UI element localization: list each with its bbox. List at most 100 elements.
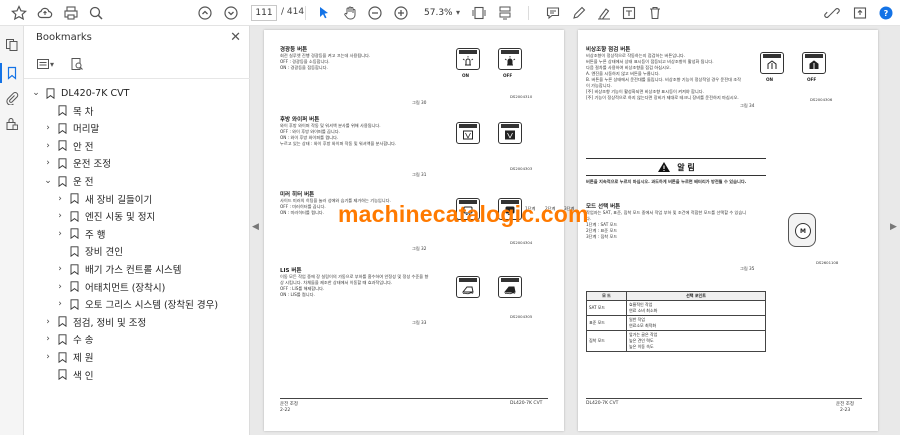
chevron-right-icon[interactable]: › [42,158,54,168]
bookmark-icon [70,263,79,275]
bookmark-label: DL420-7K CVT [61,87,130,99]
select-cursor-icon[interactable] [315,4,333,22]
figure-caption: 그림 33 [412,320,427,325]
share-icon[interactable] [851,4,869,22]
scroll-mode-icon[interactable] [496,4,514,22]
notice-title: 알 림 [677,162,695,172]
chevron-down-icon[interactable]: ⌄ [30,88,42,98]
rear-wiper-off-icon [456,122,480,144]
bookmark-item[interactable]: › 주 행 [54,225,106,243]
chevron-right-icon[interactable]: › [54,282,66,292]
bookmark-item[interactable]: › 수 송 [42,330,94,348]
list-options-icon [37,59,49,69]
bookmark-label: 새 장비 길들이기 [85,194,153,206]
zoom-in-icon[interactable] [392,4,410,22]
bookmark-icon [58,123,67,134]
table-point: 연료소모 최적화 [629,323,657,328]
bookmark-item[interactable]: ⌄ 운 전 [42,172,94,190]
chevron-right-icon[interactable]: › [42,141,54,151]
text-line: [주] 기능이 정상적으로 하지 않는다면 장비가 제대로 테크니 장비를 운전… [586,95,739,100]
panel-divider [24,78,250,79]
footer-rule [586,398,862,399]
stamp-icon[interactable] [620,4,638,22]
close-icon[interactable]: ✕ [230,30,241,45]
figure-caption: 그림 32 [412,246,427,251]
page-number-input[interactable]: 111 [251,5,277,21]
zoom-level-value: 57.3% [424,8,453,18]
bookmark-label: 머리말 [73,124,100,136]
table-cell: 집착 모드 [586,330,627,352]
pen-icon[interactable] [570,4,588,22]
bookmark-item[interactable]: › 어태치먼트 (장착시) [54,278,165,296]
print-icon[interactable] [62,4,80,22]
help-icon[interactable]: ? [877,4,895,22]
page-up-icon[interactable] [196,4,214,22]
bookmark-root[interactable]: ⌄ DL420-7K CVT [30,84,129,102]
bookmark-item[interactable]: 목 차 [42,102,94,120]
section-title: 미러 히터 버튼 [280,192,315,198]
chevron-right-icon[interactable]: › [54,264,66,274]
cloud-upload-icon[interactable] [36,4,54,22]
chevron-right-icon[interactable]: › [54,211,66,221]
bookmark-item[interactable]: › 오토 그리스 시스템 (장착된 경우) [54,295,218,313]
chevron-right-icon[interactable]: › [54,299,66,309]
chevron-down-icon[interactable]: ⌄ [42,176,54,186]
delete-icon[interactable] [646,4,664,22]
bookmark-panel-icon[interactable] [3,64,21,82]
chevron-right-icon[interactable]: ▶ [890,222,897,232]
page-down-icon[interactable] [222,4,240,22]
bookmark-item[interactable]: › 새 장비 길들이기 [54,190,152,208]
lis-on-icon [498,276,522,298]
bookmark-icon [70,299,79,310]
attachment-icon[interactable] [3,89,21,107]
section-text: 회전 실루엣 진행 경광등을 켜고 끄는데 사용됩니다. OFF : 경광등을 … [280,53,430,71]
edit-link-icon[interactable] [823,4,841,22]
hand-tool-icon[interactable] [341,4,359,22]
text-line: ON : 경광등을 점등합니다. [280,65,328,70]
bookmark-item[interactable]: › 점검, 정비 및 조정 [42,313,146,331]
star-icon[interactable] [10,4,28,22]
page-fit-icon[interactable] [470,4,488,22]
zoom-level-dropdown[interactable]: 57.3% ▾ [418,5,462,21]
search-icon[interactable] [87,4,105,22]
table-header: 선택 포인트 [626,291,766,301]
layers-lock-icon[interactable] [3,115,21,133]
beacon-off-icon [456,48,480,70]
bookmark-icon [70,281,79,293]
lis-off-icon [456,276,480,298]
zoom-out-icon[interactable] [366,4,384,22]
bookmark-item[interactable]: › 머리말 [42,119,99,137]
bookmark-item[interactable]: › 안 전 [42,137,94,155]
chevron-right-icon[interactable]: › [42,352,54,362]
bookmark-item[interactable]: › 엔진 시동 및 정지 [54,207,155,225]
chevron-right-icon[interactable]: › [42,334,54,344]
table-header-row: 모 드 선택 포인트 [586,291,766,301]
bookmark-label: 운 전 [73,177,94,188]
highlight-text-icon[interactable] [595,4,613,22]
bookmark-label: 수 송 [73,335,94,347]
bookmark-label: 주 행 [85,229,106,241]
figure-caption: 그림 35 [740,266,755,271]
bookmark-item[interactable]: › 운전 조정 [42,154,111,172]
bookmark-options-button[interactable]: ▾ [36,56,62,72]
figure-caption: 그림 30 [412,100,427,105]
bookmark-item[interactable]: › 제 원 [42,348,94,366]
find-bookmark-button[interactable] [70,56,96,72]
comment-icon[interactable] [544,4,562,22]
page-2-23: 비상조향 점검 버튼 비상조향이 정상적으로 작동하는지 점검하는 버튼입니다.… [578,30,878,431]
chevron-right-icon[interactable]: › [42,317,54,327]
footer-section: 운전 조정 [836,402,854,407]
figure-code: DS2004304 [510,240,533,245]
bookmark-label: 엔진 시동 및 정지 [85,212,156,224]
bookmark-item[interactable]: 장비 견인 [54,242,123,260]
bookmark-item[interactable]: 색 인 [42,366,94,384]
on-label: ON [462,73,470,78]
chevron-right-icon[interactable]: › [54,194,66,204]
chevron-left-icon[interactable]: ◀ [252,222,259,232]
chevron-right-icon[interactable]: › [54,229,66,239]
page-thumbnails-icon[interactable] [3,36,21,54]
chevron-right-icon[interactable]: › [42,123,54,133]
bookmark-icon [58,140,67,152]
notice-text: 버튼을 지속적으로 누르지 마십시오. 과도하게 버튼을 누르면 배터리가 방전… [586,179,747,184]
bookmark-item[interactable]: › 배기 가스 컨트롤 시스템 [54,260,181,278]
